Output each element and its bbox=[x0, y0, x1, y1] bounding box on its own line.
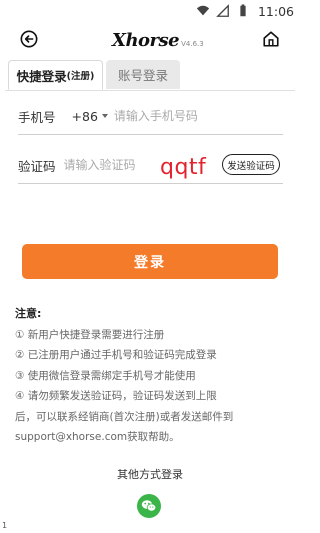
status-time: 11:06 bbox=[257, 3, 294, 19]
wechat-icon bbox=[141, 500, 157, 512]
notes-line-2: ② 已注册用户通过手机号和验证码完成登录 bbox=[15, 349, 217, 361]
country-code-value: +86 bbox=[71, 108, 98, 124]
phone-label: 手机号 bbox=[18, 109, 56, 125]
signal-icon bbox=[216, 4, 229, 17]
tab-account-login[interactable]: 账号登录 bbox=[106, 60, 180, 89]
phone-input[interactable] bbox=[113, 109, 254, 123]
chevron-down-icon bbox=[101, 114, 108, 118]
phone-row: 手机号 +86 bbox=[18, 98, 283, 135]
wifi-icon bbox=[196, 5, 210, 16]
home-icon bbox=[263, 31, 279, 47]
tab-quick-login-label: 快捷登录 bbox=[16, 68, 67, 84]
xhorse-logo: Xhorse V4.6.3 bbox=[112, 29, 204, 51]
tab-quick-login[interactable]: 快捷登录 (注册) bbox=[8, 60, 103, 90]
notes-line-6: support@xhorse.com获取帮助。 bbox=[15, 431, 180, 443]
battery-icon bbox=[240, 4, 246, 17]
wechat-login-button[interactable] bbox=[137, 494, 161, 518]
tab-account-login-label: 账号登录 bbox=[117, 68, 168, 83]
back-arrow-icon bbox=[20, 30, 38, 48]
logo-text: Xhorse bbox=[112, 30, 180, 51]
overlay-text: qqtf bbox=[160, 155, 207, 180]
notes-line-3: ③ 使用微信登录需绑定手机号才能使用 bbox=[15, 369, 196, 382]
send-code-button[interactable]: 发送验证码 bbox=[222, 154, 280, 175]
side-mark: 1 bbox=[2, 521, 8, 530]
notes-line-1: ① 新用户快捷登录需要进行注册 bbox=[15, 328, 165, 341]
app-bar: Xhorse V4.6.3 bbox=[0, 22, 300, 58]
notes-heading: 注意: bbox=[15, 307, 42, 320]
status-bar: 11:06 bbox=[0, 0, 300, 22]
country-code-select[interactable]: +86 bbox=[72, 109, 108, 124]
notes-section: 注意: ① 新用户快捷登录需要进行注册 ② 已注册用户通过手机号和验证码完成登录… bbox=[15, 304, 285, 448]
back-button[interactable] bbox=[18, 28, 40, 50]
notes-line-4: ④ 请勿频繁发送验证码，验证码发送到上限 bbox=[15, 390, 217, 402]
other-login-label: 其他方式登录 bbox=[117, 468, 183, 481]
tab-quick-login-sub: (注册) bbox=[66, 71, 95, 82]
home-button[interactable] bbox=[260, 28, 282, 50]
code-label: 验证码 bbox=[18, 158, 56, 174]
notes-line-5: 后，可以联系经销商(首次注册)或者发送邮件到 bbox=[15, 410, 234, 423]
app-version: V4.6.3 bbox=[181, 40, 204, 48]
code-input[interactable] bbox=[63, 158, 164, 172]
login-tabs: 快捷登录 (注册) 账号登录 bbox=[5, 60, 295, 91]
login-button[interactable]: 登录 bbox=[22, 244, 278, 279]
